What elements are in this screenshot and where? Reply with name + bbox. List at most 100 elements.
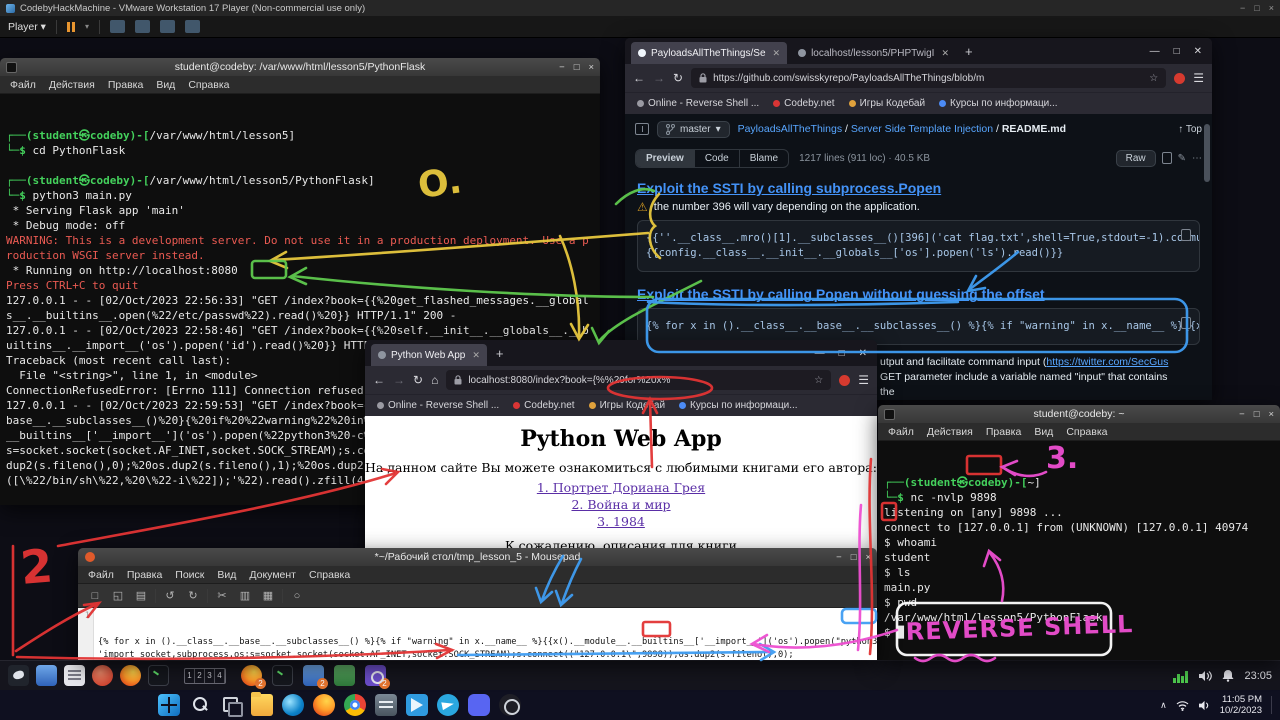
new-file-icon[interactable]: □: [86, 587, 104, 604]
workspace-cell[interactable]: 4: [215, 669, 225, 683]
paste-icon[interactable]: ▦: [259, 587, 277, 604]
branch-selector[interactable]: master ▾: [657, 121, 730, 138]
back-icon[interactable]: ←: [373, 373, 385, 387]
menu-item[interactable]: Действия: [927, 426, 973, 438]
host-app-icon[interactable]: [406, 694, 428, 716]
menu-item[interactable]: Справка: [1066, 426, 1107, 438]
tab-payloadsallthethings[interactable]: PayloadsAllTheThings/Se ✕: [631, 42, 787, 64]
book-link[interactable]: 1. Портрет Дориана Грея: [365, 479, 877, 496]
host-app-icon[interactable]: [158, 694, 180, 716]
maximize-button[interactable]: □: [1174, 46, 1180, 57]
bookmark-item[interactable]: Курсы по информаци...: [939, 98, 1058, 109]
tab-code[interactable]: Code: [695, 150, 740, 167]
bookmark-item[interactable]: Codeby.net: [513, 400, 574, 411]
host-app-icon[interactable]: [282, 694, 304, 716]
menu-icon[interactable]: ☰: [1193, 71, 1204, 85]
minimize-button[interactable]: −: [1239, 409, 1245, 420]
minimize-button[interactable]: —: [815, 348, 825, 359]
volume-icon[interactable]: [1198, 700, 1211, 711]
taskbar-window-icon[interactable]: 2: [365, 665, 386, 686]
heading-popen-no-offset[interactable]: Exploit the SSTI by calling Popen withou…: [637, 286, 1200, 302]
cpu-graph-icon[interactable]: [1173, 669, 1188, 683]
copy-icon[interactable]: [1162, 152, 1172, 164]
host-app-icon[interactable]: [499, 694, 521, 716]
tab-preview[interactable]: Preview: [636, 150, 695, 167]
taskbar-launcher-icon[interactable]: [8, 665, 29, 686]
menu-item[interactable]: Файл: [88, 569, 114, 581]
suspend-dropdown-icon[interactable]: ▾: [85, 22, 89, 31]
book-link[interactable]: 2. Война и мир: [365, 496, 877, 513]
bookmark-star-icon[interactable]: ☆: [814, 375, 823, 386]
twitter-link[interactable]: https://twitter.com/SecGus: [1046, 356, 1168, 368]
raw-button[interactable]: Raw: [1116, 150, 1156, 167]
more-options-icon[interactable]: ⋯: [1192, 153, 1202, 164]
menu-item[interactable]: Вид: [217, 569, 236, 581]
minimize-button[interactable]: −: [836, 552, 842, 563]
copy-icon[interactable]: ▥: [236, 587, 254, 604]
host-app-icon[interactable]: [468, 694, 490, 716]
menu-item[interactable]: Вид: [1034, 426, 1053, 438]
menu-item[interactable]: Действия: [49, 79, 95, 91]
menu-item[interactable]: Файл: [888, 426, 914, 438]
taskbar-window-icon[interactable]: [272, 665, 293, 686]
url-bar[interactable]: localhost:8080/index?book={%%20for%20x% …: [446, 370, 831, 390]
send-ctrl-alt-del-icon[interactable]: [110, 20, 125, 33]
close-button[interactable]: ×: [1268, 409, 1274, 420]
menu-item[interactable]: Справка: [188, 79, 229, 91]
menu-item[interactable]: Справка: [309, 569, 350, 581]
breadcrumb-folder[interactable]: Server Side Template Injection: [851, 123, 993, 135]
bookmark-item[interactable]: Online - Reverse Shell ...: [637, 98, 759, 109]
maximize-button[interactable]: □: [1254, 409, 1260, 420]
taskbar-window-icon[interactable]: 2: [241, 665, 262, 686]
host-app-icon[interactable]: [437, 694, 459, 716]
suspend-vm-icon[interactable]: [67, 22, 75, 32]
open-file-icon[interactable]: ◱: [109, 587, 127, 604]
maximize-button[interactable]: □: [839, 348, 845, 359]
back-icon[interactable]: ←: [633, 71, 645, 85]
terminal-nc-titlebar[interactable]: student@codeby: ~ − □ ×: [878, 405, 1280, 423]
menu-item[interactable]: Файл: [10, 79, 36, 91]
heading-subprocess-popen[interactable]: Exploit the SSTI by calling subprocess.P…: [637, 180, 1200, 196]
menu-item[interactable]: Документ: [249, 569, 296, 581]
maximize-button[interactable]: □: [851, 552, 857, 563]
forward-icon[interactable]: →: [393, 373, 405, 387]
workspace-cell[interactable]: 2: [195, 669, 205, 683]
new-tab-button[interactable]: +: [491, 346, 509, 361]
fullscreen-icon[interactable]: [160, 20, 175, 33]
host-app-icon[interactable]: [220, 694, 242, 716]
grab-input-icon[interactable]: [135, 20, 150, 33]
bookmark-item[interactable]: Codeby.net: [773, 98, 834, 109]
breadcrumb-repo[interactable]: PayloadsAllTheThings: [738, 123, 842, 135]
host-app-icon[interactable]: [313, 694, 335, 716]
close-button[interactable]: ✕: [1194, 46, 1202, 57]
copy-icon[interactable]: [1181, 317, 1191, 329]
vmware-close-button[interactable]: ×: [1269, 3, 1274, 13]
tab-localhost-phptwig[interactable]: localhost/lesson5/PHPTwigI ✕: [791, 42, 956, 64]
taskbar-launcher-icon[interactable]: [148, 665, 169, 686]
tab-close-icon[interactable]: ✕: [773, 48, 781, 59]
minimize-button[interactable]: −: [559, 62, 565, 73]
vmware-minimize-button[interactable]: −: [1240, 3, 1245, 13]
maximize-button[interactable]: □: [574, 62, 580, 73]
host-clock[interactable]: 11:05 PM 10/2/2023: [1220, 694, 1262, 716]
workspace-cell[interactable]: 3: [205, 669, 215, 683]
top-link[interactable]: ↑ Top: [1178, 124, 1202, 135]
scrollbar-thumb[interactable]: [1204, 124, 1210, 182]
taskbar-launcher-icon[interactable]: [120, 665, 141, 686]
workspace-pager[interactable]: 1234: [184, 668, 226, 684]
copy-icon[interactable]: [1181, 229, 1191, 241]
show-desktop-button[interactable]: [1271, 696, 1274, 714]
close-button[interactable]: ✕: [859, 348, 867, 359]
search-icon[interactable]: ○: [288, 587, 306, 604]
vm-clock[interactable]: 23:05: [1244, 670, 1272, 682]
bookmark-item[interactable]: Курсы по информаци...: [679, 400, 798, 411]
edit-pencil-icon[interactable]: ✎: [1178, 153, 1186, 164]
extension-icon[interactable]: [839, 375, 850, 386]
taskbar-launcher-icon[interactable]: [36, 665, 57, 686]
workspace-cell[interactable]: 1: [185, 669, 195, 683]
bookmark-item[interactable]: Игры Кодебай: [589, 400, 665, 411]
book-link[interactable]: 3. 1984: [365, 513, 877, 530]
tab-python-web-app[interactable]: Python Web App ✕: [371, 344, 487, 366]
file-tree-icon[interactable]: [635, 123, 649, 135]
mousepad-editor[interactable]: 1 {% for x in ().__class__.__base__.__su…: [78, 608, 877, 660]
